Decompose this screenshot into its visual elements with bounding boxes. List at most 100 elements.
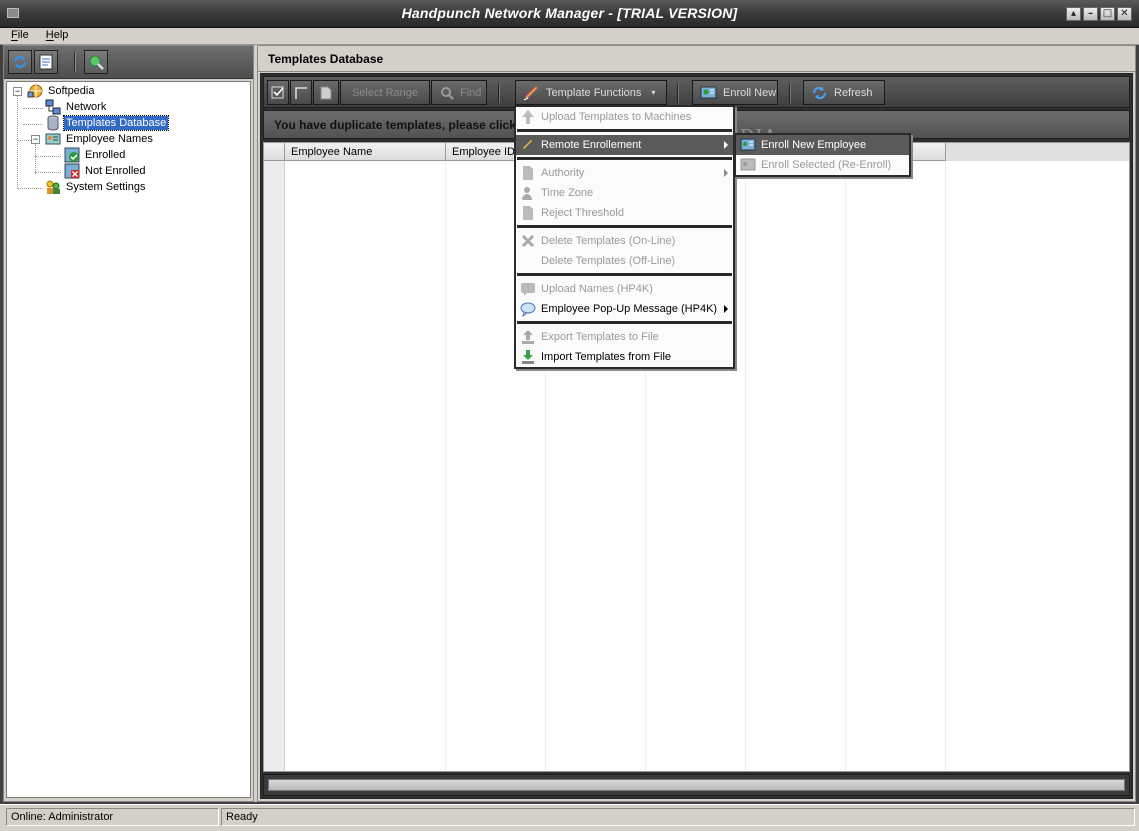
toolbar-separator <box>677 83 679 103</box>
export-icon <box>522 330 534 344</box>
re-enroll-icon <box>740 158 756 171</box>
menu-item-delete-offline[interactable]: Delete Templates (Off-Line) <box>516 251 733 271</box>
find-label: Find <box>460 86 482 99</box>
menu-item-remote-enrollment[interactable]: Remote Enrollement <box>516 135 733 155</box>
tree-item-softpedia[interactable]: Softpedia <box>27 83 96 99</box>
enroll-icon <box>700 86 717 98</box>
row-header-column <box>264 161 285 771</box>
grid-column <box>746 161 846 771</box>
upload-arrow-icon <box>522 110 534 124</box>
menu-item-upload-templates[interactable]: Upload Templates to Machines <box>516 107 733 127</box>
toolbar-separator <box>74 52 76 72</box>
maximize-button[interactable]: □ <box>1100 7 1115 21</box>
submenu-arrow-icon <box>724 169 728 177</box>
tree-item-system-settings[interactable]: System Settings <box>45 179 147 195</box>
find-button[interactable]: Find <box>431 80 487 105</box>
menu-label: Upload Names (HP4K) <box>541 283 653 295</box>
tree-item-employee-names[interactable]: Employee Names <box>45 131 155 147</box>
window-title: Handpunch Network Manager - [TRIAL VERSI… <box>401 5 738 21</box>
find-icon <box>441 86 454 100</box>
template-functions-label: Template Functions <box>546 86 642 99</box>
menu-separator <box>516 127 733 135</box>
menu-label: Authority <box>541 167 585 179</box>
tree-expander[interactable]: − <box>13 87 22 96</box>
grid-column <box>285 161 446 771</box>
column-header-employee-name[interactable]: Employee Name <box>285 143 446 161</box>
menu-item-popup-message[interactable]: Employee Pop-Up Message (HP4K) <box>516 299 733 319</box>
close-button[interactable]: ✕ <box>1117 7 1132 21</box>
minimize-icon[interactable]: – <box>1083 7 1098 21</box>
tree-label-employee-names: Employee Names <box>66 133 153 145</box>
menu-separator <box>516 271 733 279</box>
document-button[interactable] <box>34 50 58 74</box>
refresh-button[interactable]: Refresh <box>803 80 885 105</box>
user-icon <box>522 187 532 200</box>
tree-expander[interactable]: − <box>31 135 40 144</box>
database-icon <box>47 115 59 131</box>
status-state: Ready <box>221 808 1135 826</box>
minimize-button[interactable]: ▴ <box>1066 7 1081 21</box>
menu-item-delete-online[interactable]: Delete Templates (On-Line) <box>516 231 733 251</box>
select-range-label: Select Range <box>351 86 419 99</box>
status-user: Online: Administrator <box>6 808 219 826</box>
enroll-new-label: Enroll New <box>723 86 777 99</box>
select-range-button[interactable]: Select Range <box>340 80 430 105</box>
checkbox-icon <box>271 86 284 98</box>
scrollbar-track[interactable] <box>268 779 1125 791</box>
menu-item-export-templates[interactable]: Export Templates to File <box>516 327 733 347</box>
page-icon <box>523 166 533 180</box>
menu-item-authority[interactable]: Authority <box>516 163 733 183</box>
settings-people-icon <box>46 180 60 194</box>
select-all-button[interactable] <box>267 80 289 105</box>
menu-bar: File Help <box>0 28 1139 45</box>
grid-corner[interactable] <box>264 143 285 161</box>
tree-item-templates-database[interactable]: Templates Database <box>45 115 170 131</box>
tree-label-network: Network <box>66 101 107 113</box>
tree-item-network[interactable]: Network <box>45 99 108 115</box>
menu-label: Delete Templates (On-Line) <box>541 235 676 247</box>
menu-separator <box>516 223 733 231</box>
menu-label: Delete Templates (Off-Line) <box>541 255 676 267</box>
refresh-tree-button[interactable] <box>8 50 32 74</box>
menu-label: Enroll Selected (Re-Enroll) <box>761 159 892 171</box>
template-functions-button[interactable]: Template Functions ▾ <box>515 80 667 105</box>
tree-line <box>23 124 43 125</box>
tree-line <box>17 95 18 189</box>
submenu-arrow-icon <box>724 305 728 313</box>
main-toolbar: Select Range Find Template Functions ▾ E… <box>263 76 1130 108</box>
menu-item-reject-threshold[interactable]: Reject Threshold <box>516 203 733 223</box>
menu-label: Remote Enrollement <box>541 139 642 151</box>
toolbar-separator <box>498 83 500 103</box>
tree-line <box>23 108 43 109</box>
enroll-new-button[interactable]: Enroll New <box>692 80 778 105</box>
menu-item-enroll-new-employee[interactable]: Enroll New Employee <box>736 135 909 155</box>
menu-item-enroll-selected[interactable]: Enroll Selected (Re-Enroll) <box>736 155 909 175</box>
menu-help[interactable]: Help <box>35 28 75 41</box>
select-corner-button[interactable] <box>290 80 312 105</box>
search-network-button[interactable] <box>84 50 108 74</box>
tree-line <box>35 172 61 173</box>
menu-item-time-zone[interactable]: Time Zone <box>516 183 733 203</box>
tree-label-templates-database: Templates Database <box>62 115 170 131</box>
tree-item-not-enrolled[interactable]: Not Enrolled <box>64 163 148 179</box>
horizontal-scrollbar[interactable] <box>263 774 1130 796</box>
menu-separator <box>516 155 733 163</box>
delete-x-icon <box>521 234 535 248</box>
tree-line <box>35 144 36 174</box>
menu-label: Upload Templates to Machines <box>541 111 692 123</box>
menu-item-import-templates[interactable]: Import Templates from File <box>516 347 733 367</box>
not-enrolled-x-icon <box>64 163 80 179</box>
tree-item-enrolled[interactable]: Enrolled <box>64 147 127 163</box>
select-page-button[interactable] <box>313 80 339 105</box>
remote-pencil-icon <box>521 138 534 151</box>
tree-label-not-enrolled: Not Enrolled <box>85 165 146 177</box>
menu-file[interactable]: File <box>0 28 35 41</box>
dropdown-arrow-icon: ▾ <box>651 88 656 97</box>
menu-item-upload-names[interactable]: Upload Names (HP4K) <box>516 279 733 299</box>
template-functions-menu: Upload Templates to Machines Remote Enro… <box>514 105 735 369</box>
toolbar-separator <box>789 83 791 103</box>
tree-line <box>17 188 43 189</box>
menu-label: Reject Threshold <box>541 207 624 219</box>
page-icon <box>320 86 332 99</box>
globe-network-icon <box>27 84 43 98</box>
